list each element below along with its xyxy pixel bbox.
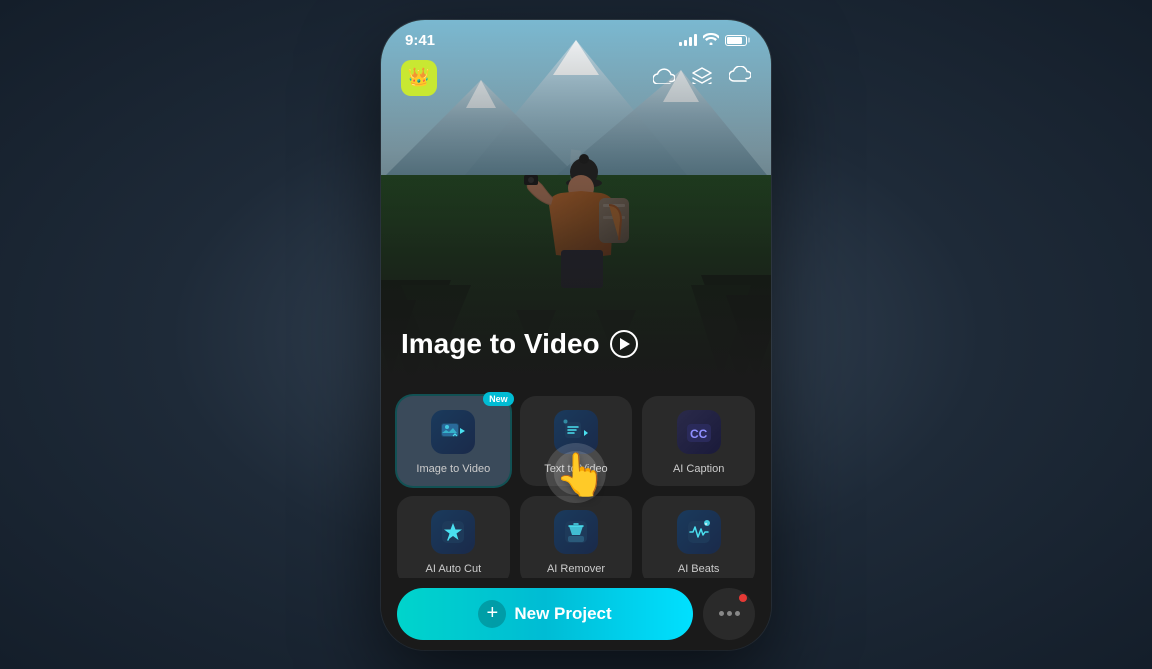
- svg-text:CC: CC: [690, 427, 708, 441]
- ai-caption-label: AI Caption: [673, 462, 724, 476]
- hero-title: Image to Video: [401, 328, 751, 360]
- features-section: New Image to Video: [381, 380, 771, 590]
- feature-card-ai-remover[interactable]: AI Remover: [520, 496, 633, 586]
- notification-dot: [739, 594, 747, 602]
- ai-auto-cut-label: AI Auto Cut: [426, 562, 482, 576]
- status-icons: [679, 33, 747, 48]
- cloud-sync-icon[interactable]: [653, 66, 675, 90]
- crown-icon[interactable]: 👑: [401, 60, 437, 96]
- feature-card-text-to-video[interactable]: Text to Video: [520, 396, 633, 486]
- hero-image: 👑: [381, 20, 771, 380]
- feature-card-ai-auto-cut[interactable]: AI Auto Cut: [397, 496, 510, 586]
- battery-icon: [725, 35, 747, 46]
- new-project-label: New Project: [514, 604, 611, 624]
- more-button[interactable]: [703, 588, 755, 640]
- signal-icon: [679, 34, 697, 46]
- text-to-video-icon-wrap: [554, 410, 598, 454]
- ai-remover-icon-wrap: [554, 510, 598, 554]
- new-badge: New: [483, 392, 514, 406]
- feature-card-ai-caption[interactable]: CC AI Caption: [642, 396, 755, 486]
- feature-card-ai-beats[interactable]: AI Beats: [642, 496, 755, 586]
- more-dots-icon: [719, 611, 740, 616]
- text-to-video-label: Text to Video: [544, 462, 607, 476]
- plus-icon: +: [478, 600, 506, 628]
- ai-beats-icon-wrap: [677, 510, 721, 554]
- features-grid: New Image to Video: [397, 396, 755, 587]
- ai-beats-label: AI Beats: [678, 562, 720, 576]
- ai-remover-label: AI Remover: [547, 562, 605, 576]
- status-bar: 9:41: [381, 20, 771, 49]
- ai-caption-icon-wrap: CC: [677, 410, 721, 454]
- play-button[interactable]: [610, 330, 638, 358]
- new-project-button[interactable]: + New Project: [397, 588, 693, 640]
- hero-title-area: Image to Video: [401, 328, 751, 360]
- app-header: 👑: [381, 60, 771, 96]
- image-to-video-label: Image to Video: [416, 462, 490, 476]
- bottom-bar: + New Project: [381, 578, 771, 650]
- ai-auto-cut-icon-wrap: [431, 510, 475, 554]
- status-time: 9:41: [405, 32, 435, 49]
- phone-frame: 9:41: [381, 20, 771, 650]
- wifi-icon: [703, 33, 719, 48]
- feature-card-image-to-video[interactable]: New Image to Video: [397, 396, 510, 486]
- education-icon[interactable]: [691, 66, 713, 90]
- image-to-video-icon-wrap: [431, 410, 475, 454]
- cloud-icon-2[interactable]: [729, 66, 751, 90]
- header-right-icons: [653, 66, 751, 90]
